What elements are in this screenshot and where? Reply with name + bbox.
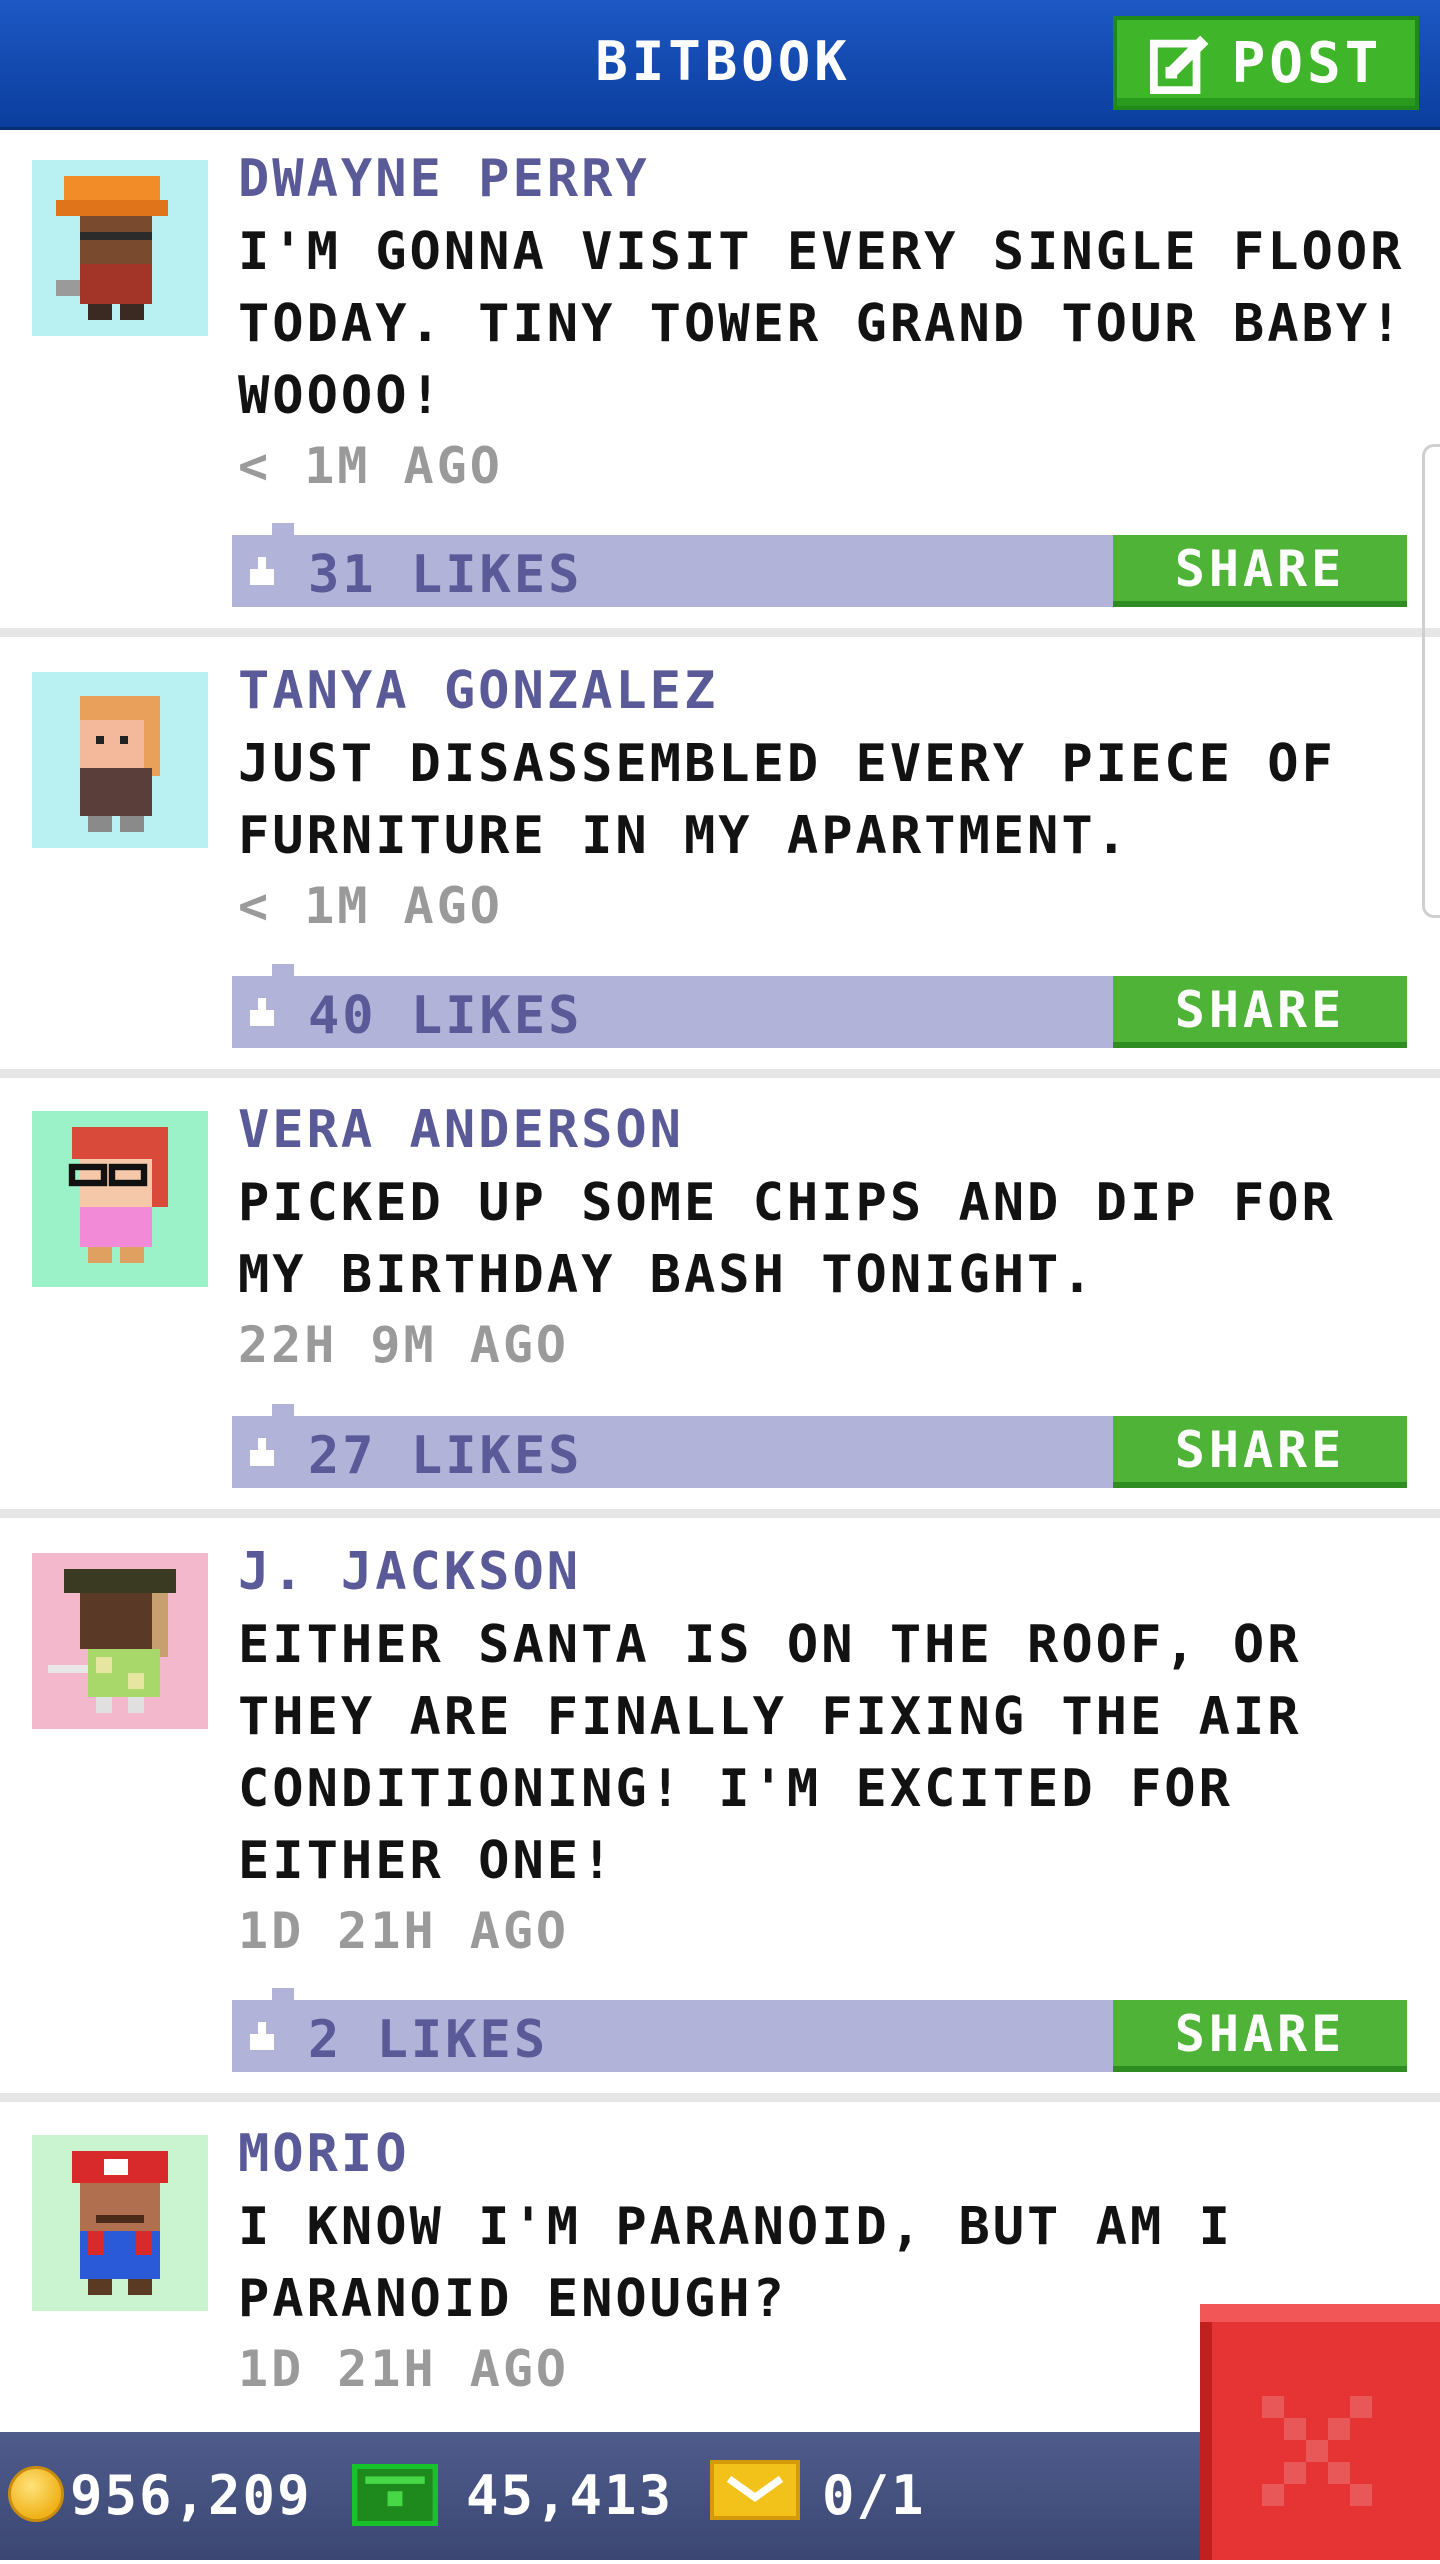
- scrollbar[interactable]: [1422, 444, 1440, 918]
- post-author[interactable]: VERA ANDERSON: [238, 1100, 684, 1160]
- share-button[interactable]: SHARE: [1113, 2000, 1407, 2072]
- post-message: JUST DISASSEMBLED EVERY PIECE OF FURNITU…: [238, 734, 1336, 866]
- likes-bar-notch: [272, 964, 294, 976]
- plumber-avatar: [32, 2135, 208, 2311]
- share-button[interactable]: SHARE: [1113, 535, 1407, 607]
- thumbs-up-icon[interactable]: [250, 557, 274, 585]
- coin-icon: [8, 2466, 64, 2522]
- thumbs-up-icon[interactable]: [250, 998, 274, 1026]
- post-author[interactable]: MORIO: [238, 2124, 410, 2184]
- share-button[interactable]: SHARE: [1113, 1416, 1407, 1488]
- tickets-count: 0/1: [822, 2464, 926, 2527]
- bux-icon: [352, 2464, 438, 2526]
- page-title: BITBOOK: [595, 30, 851, 93]
- post-author[interactable]: J. JACKSON: [238, 1542, 581, 1602]
- likes-bar: 27 LIKES SHARE: [232, 1404, 1407, 1488]
- likes-count: 31 LIKES: [308, 545, 583, 605]
- edit-icon: [1149, 35, 1208, 94]
- man-hat-avatar: [32, 1553, 208, 1729]
- post-divider: [0, 628, 1440, 637]
- likes-bar: 2 LIKES SHARE: [232, 1988, 1407, 2072]
- app-header: BITBOOK POST: [0, 0, 1440, 130]
- likes-bar-notch: [272, 1988, 294, 2000]
- likes-bar: 31 LIKES SHARE: [232, 523, 1407, 607]
- woman-glasses-avatar: [32, 1111, 208, 1287]
- likes-count: 40 LIKES: [308, 986, 583, 1046]
- likes-count: 27 LIKES: [308, 1426, 583, 1486]
- post-button-label: POST: [1231, 30, 1383, 96]
- post-divider: [0, 2093, 1440, 2102]
- post-message: PICKED UP SOME CHIPS AND DIP FOR MY BIRT…: [238, 1173, 1336, 1305]
- likes-bar-notch: [272, 523, 294, 535]
- post-time: < 1M AGO: [238, 437, 503, 495]
- post-time: < 1M AGO: [238, 877, 503, 935]
- share-button[interactable]: SHARE: [1113, 976, 1407, 1048]
- close-icon: [1262, 2396, 1372, 2506]
- close-button[interactable]: [1200, 2304, 1440, 2560]
- likes-bar-notch: [272, 1404, 294, 1416]
- likes-bar: 40 LIKES SHARE: [232, 964, 1407, 1048]
- post-divider: [0, 1069, 1440, 1078]
- post-author[interactable]: TANYA GONZALEZ: [238, 661, 718, 721]
- post-message: EITHER SANTA IS ON THE ROOF, OR THEY ARE…: [238, 1615, 1302, 1891]
- woman-blonde-avatar: [32, 672, 208, 848]
- post-author[interactable]: DWAYNE PERRY: [238, 149, 650, 209]
- likes-count: 2 LIKES: [308, 2010, 549, 2070]
- ticket-icon: [710, 2460, 800, 2520]
- bux-count: 45,413: [466, 2464, 674, 2527]
- thumbs-up-icon[interactable]: [250, 1438, 274, 1466]
- construction-worker-avatar: [32, 160, 208, 336]
- post-time: 22H 9M AGO: [238, 1316, 570, 1374]
- post-divider: [0, 1509, 1440, 1518]
- post-button[interactable]: POST: [1113, 16, 1419, 110]
- post-time: 1D 21H AGO: [238, 2340, 570, 2398]
- thumbs-up-icon[interactable]: [250, 2022, 274, 2050]
- coins-count: 956,209: [70, 2464, 312, 2527]
- post-message: I'M GONNA VISIT EVERY SINGLE FLOOR TODAY…: [238, 222, 1405, 426]
- post-time: 1D 21H AGO: [238, 1902, 570, 1960]
